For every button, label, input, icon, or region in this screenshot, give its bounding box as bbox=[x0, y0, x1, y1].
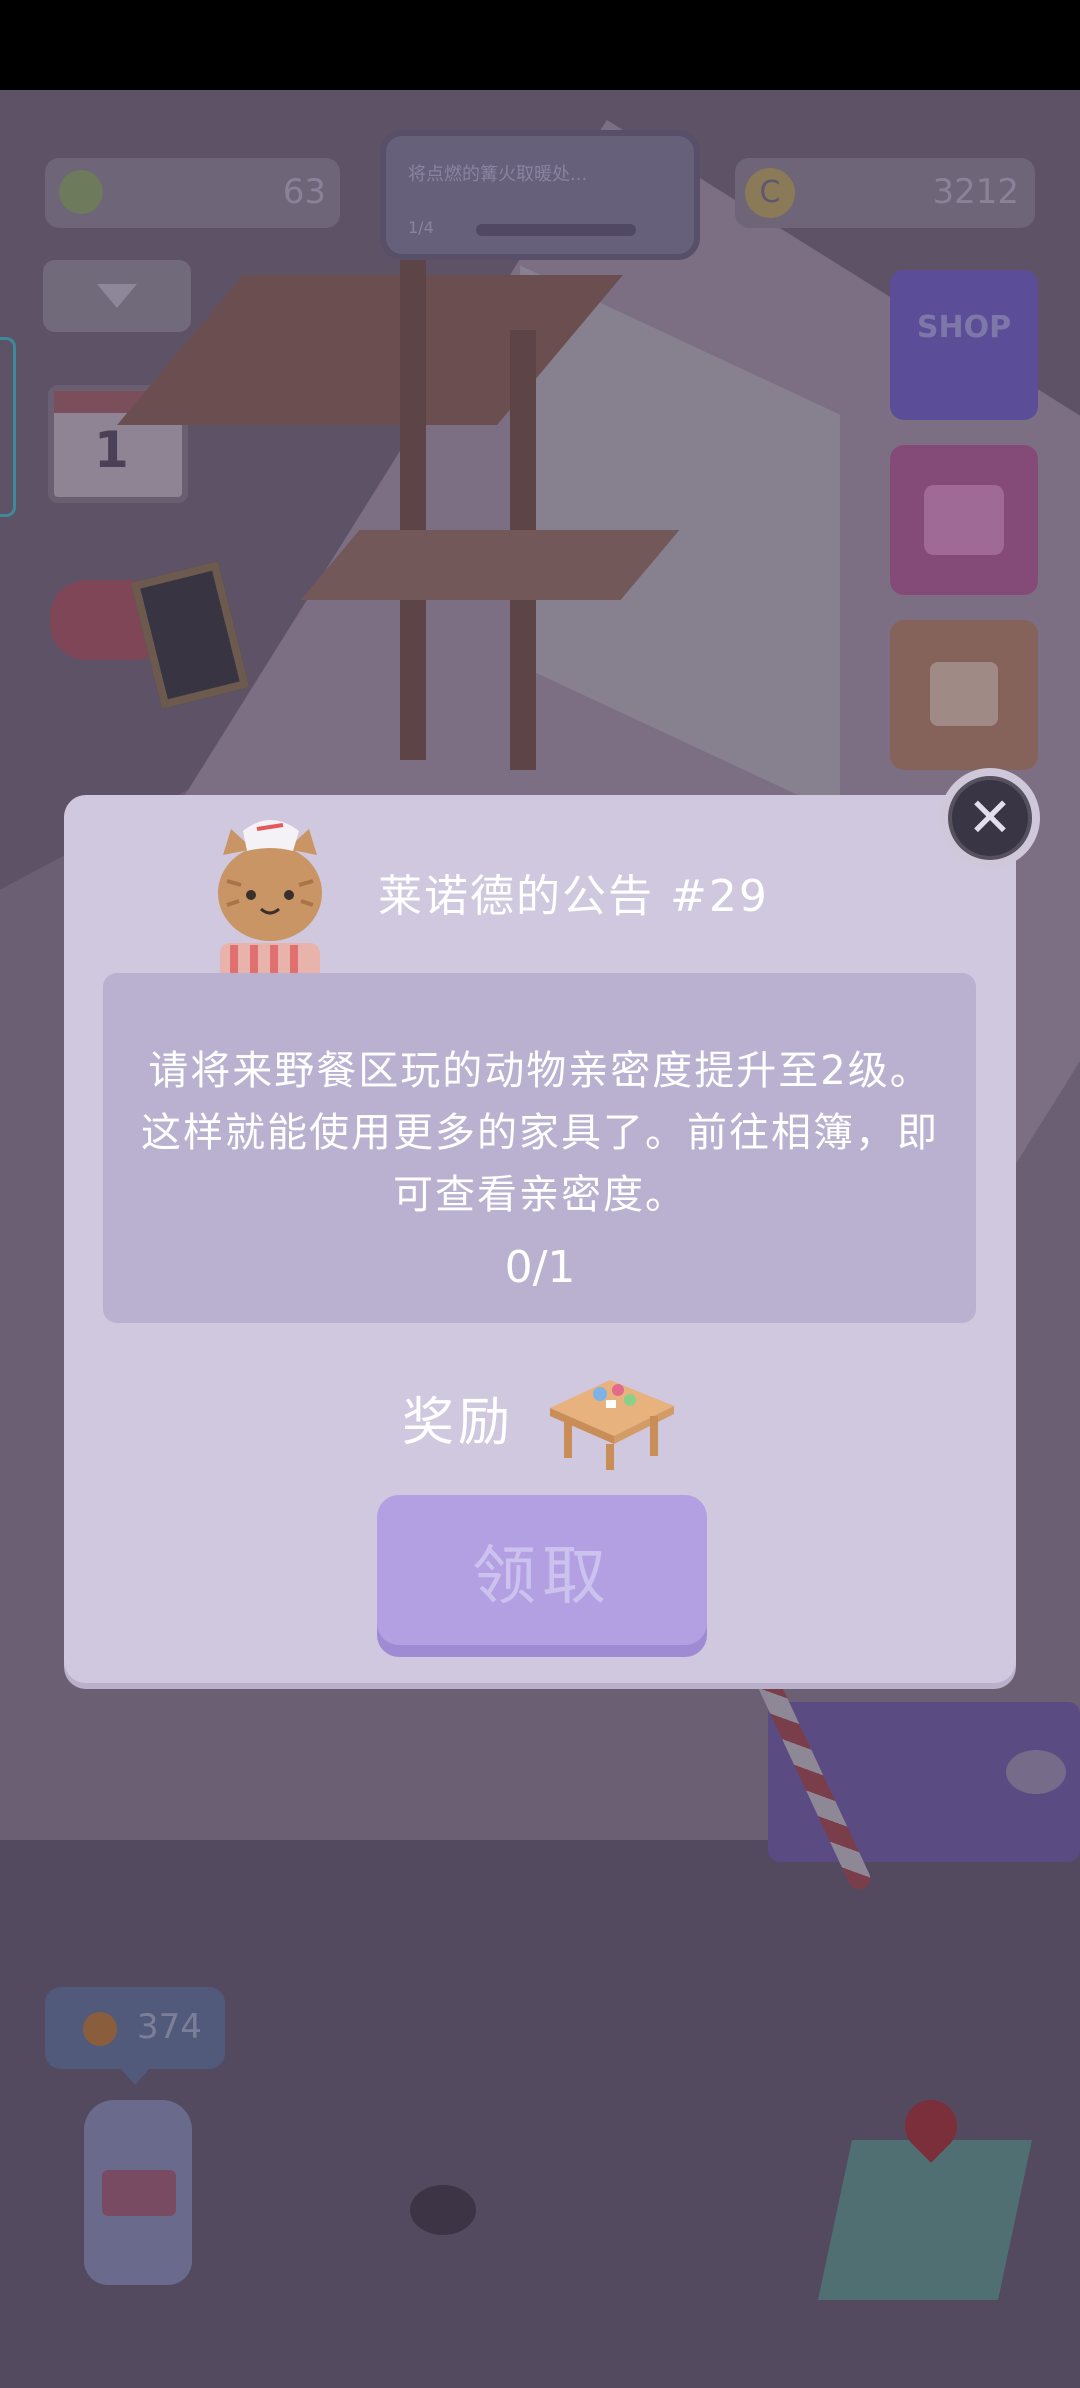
chalkboard-sign bbox=[130, 561, 250, 709]
picnic-table-reward-icon bbox=[550, 1380, 674, 1470]
dropdown-toggle-button[interactable] bbox=[43, 260, 191, 332]
shop-button[interactable]: SHOP bbox=[890, 270, 1038, 420]
jar-icon[interactable] bbox=[84, 2100, 192, 2285]
orange-coin-icon bbox=[83, 2012, 117, 2046]
close-button[interactable]: ✕ bbox=[940, 768, 1040, 868]
cat-chef-avatar bbox=[218, 820, 322, 975]
quest-description: 请将来野餐区玩的动物亲密度提升至2级。这样就能使用更多的家具了。前往相簿，即可查… bbox=[141, 1048, 939, 1218]
wardrobe-shirt-button[interactable] bbox=[890, 620, 1038, 770]
shop-label: SHOP bbox=[916, 310, 1012, 345]
coin-currency-counter[interactable]: C 3212 bbox=[735, 158, 1035, 228]
claim-label: 领取 bbox=[472, 1540, 612, 1614]
coin-count: 3212 bbox=[932, 172, 1019, 212]
claim-button[interactable]: 领取 bbox=[377, 1495, 707, 1645]
quest-text: 将点燃的篝火取暖处... bbox=[408, 164, 588, 185]
picnic-bench bbox=[300, 530, 680, 600]
leaf-currency-counter[interactable]: 63 bbox=[45, 158, 340, 228]
quest-progress-bar bbox=[476, 224, 636, 236]
calendar-day: 1 bbox=[94, 421, 129, 479]
close-icon: ✕ bbox=[967, 786, 1013, 849]
quest-progress-count: 0/1 bbox=[504, 1242, 576, 1293]
status-bar bbox=[0, 0, 1080, 90]
leaf-count: 63 bbox=[282, 172, 326, 212]
dialog-title: 莱诺德的公告 #29 bbox=[378, 871, 769, 922]
leaf-icon bbox=[59, 170, 103, 214]
side-panel-handle[interactable] bbox=[0, 337, 16, 517]
collect-count: 374 bbox=[137, 2007, 202, 2047]
rock-decoration bbox=[410, 2185, 476, 2235]
treasure-chest-button[interactable] bbox=[890, 445, 1038, 595]
reward-label: 奖励 bbox=[402, 1393, 515, 1453]
collect-counter-bubble[interactable]: 374 bbox=[45, 1987, 225, 2085]
world-map-button[interactable] bbox=[817, 2140, 1033, 2300]
quest-progress: 1/4 bbox=[408, 218, 434, 237]
coin-icon: C bbox=[745, 168, 795, 218]
quest-banner[interactable]: 将点燃的篝火取暖处... 1/4 bbox=[380, 130, 700, 260]
